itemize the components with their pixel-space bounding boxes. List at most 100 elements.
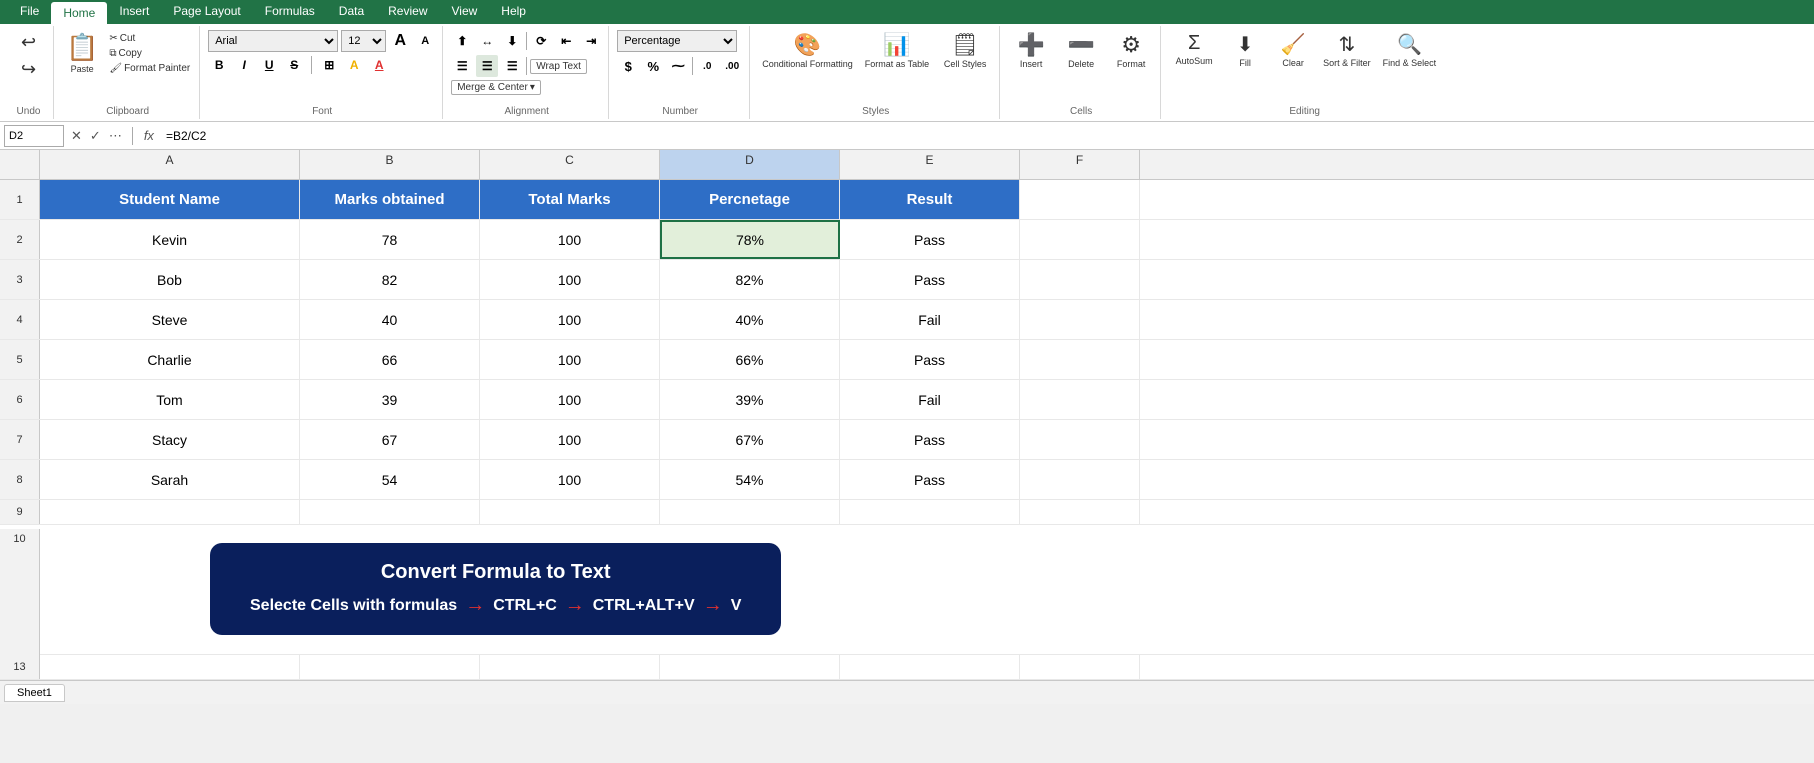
increase-font-button[interactable]: A xyxy=(389,30,411,52)
cell-1f[interactable] xyxy=(1020,180,1140,219)
align-center-button[interactable]: ☰ xyxy=(476,55,498,77)
indent-dec-button[interactable]: ⇤ xyxy=(555,30,577,52)
header-student-name[interactable]: Student Name xyxy=(40,180,300,219)
font-family-select[interactable]: ArialCalibriTimes New Roman xyxy=(208,30,338,52)
cell-7b[interactable]: 67 xyxy=(300,420,480,459)
align-bottom-button[interactable]: ⬇ xyxy=(501,30,523,52)
indent-inc-button[interactable]: ⇥ xyxy=(580,30,602,52)
fill-button[interactable]: ⬇ Fill xyxy=(1223,30,1267,70)
cell-13a[interactable] xyxy=(40,655,300,679)
delete-button[interactable]: ➖ Delete xyxy=(1058,30,1104,71)
cell-4e[interactable]: Fail xyxy=(840,300,1020,339)
cell-7a[interactable]: Stacy xyxy=(40,420,300,459)
cell-9c[interactable] xyxy=(480,500,660,524)
clear-button[interactable]: 🧹 Clear xyxy=(1271,30,1315,70)
copy-button[interactable]: ⧉ Copy xyxy=(106,47,193,60)
cell-2b[interactable]: 78 xyxy=(300,220,480,259)
tab-data[interactable]: Data xyxy=(327,0,376,24)
cell-5a[interactable]: Charlie xyxy=(40,340,300,379)
cell-9f[interactable] xyxy=(1020,500,1140,524)
orientation-button[interactable]: ⟳ xyxy=(530,30,552,52)
cell-6f[interactable] xyxy=(1020,380,1140,419)
cell-styles-button[interactable]: 🗒 Cell Styles xyxy=(937,30,993,71)
cell-reference-input[interactable] xyxy=(4,125,64,147)
tab-review[interactable]: Review xyxy=(376,0,439,24)
cell-2a[interactable]: Kevin xyxy=(40,220,300,259)
wrap-text-button[interactable]: Wrap Text xyxy=(530,59,587,74)
cell-6a[interactable]: Tom xyxy=(40,380,300,419)
cell-2e[interactable]: Pass xyxy=(840,220,1020,259)
font-size-select[interactable]: 81011121416 xyxy=(341,30,386,52)
fill-color-button[interactable]: A xyxy=(343,54,365,76)
cell-4f[interactable] xyxy=(1020,300,1140,339)
cell-4d[interactable]: 40% xyxy=(660,300,840,339)
cell-4a[interactable]: Steve xyxy=(40,300,300,339)
header-result[interactable]: Result xyxy=(840,180,1020,219)
italic-button[interactable]: I xyxy=(233,54,255,76)
tab-view[interactable]: View xyxy=(440,0,490,24)
decrease-font-button[interactable]: A xyxy=(414,30,436,52)
cell-3b[interactable]: 82 xyxy=(300,260,480,299)
cell-7f[interactable] xyxy=(1020,420,1140,459)
merge-center-button[interactable]: Merge & Center ▾ xyxy=(451,80,541,95)
tab-help[interactable]: Help xyxy=(489,0,538,24)
insert-button[interactable]: ➕ Insert xyxy=(1008,30,1054,71)
col-header-d[interactable]: D xyxy=(660,150,840,179)
tab-home[interactable]: Home xyxy=(51,2,107,24)
undo-button[interactable]: ↩ xyxy=(11,30,47,55)
cell-5c[interactable]: 100 xyxy=(480,340,660,379)
cell-9b[interactable] xyxy=(300,500,480,524)
cell-13b[interactable] xyxy=(300,655,480,679)
align-right-button[interactable]: ☰ xyxy=(501,55,523,77)
enter-formula-icon[interactable]: ✓ xyxy=(87,128,104,144)
cell-8c[interactable]: 100 xyxy=(480,460,660,499)
dec-decrease-button[interactable]: .0 xyxy=(696,55,718,77)
cell-3f[interactable] xyxy=(1020,260,1140,299)
cell-6b[interactable]: 39 xyxy=(300,380,480,419)
cell-2f[interactable] xyxy=(1020,220,1140,259)
cell-7d[interactable]: 67% xyxy=(660,420,840,459)
align-top-button[interactable]: ⬆ xyxy=(451,30,473,52)
cell-6c[interactable]: 100 xyxy=(480,380,660,419)
cell-5b[interactable]: 66 xyxy=(300,340,480,379)
cell-2d[interactable]: 78% xyxy=(660,220,840,259)
redo-button[interactable]: ↪ xyxy=(11,57,47,82)
paste-button[interactable]: 📋 Paste xyxy=(62,30,102,76)
cell-3a[interactable]: Bob xyxy=(40,260,300,299)
format-painter-button[interactable]: 🖌 Format Painter xyxy=(106,62,193,75)
col-header-c[interactable]: C xyxy=(480,150,660,179)
cell-13d[interactable] xyxy=(660,655,840,679)
strikethrough-button[interactable]: S xyxy=(283,54,305,76)
cell-8b[interactable]: 54 xyxy=(300,460,480,499)
cell-7e[interactable]: Pass xyxy=(840,420,1020,459)
cell-5f[interactable] xyxy=(1020,340,1140,379)
cell-6e[interactable]: Fail xyxy=(840,380,1020,419)
cell-5e[interactable]: Pass xyxy=(840,340,1020,379)
tab-formulas[interactable]: Formulas xyxy=(253,0,327,24)
cell-8a[interactable]: Sarah xyxy=(40,460,300,499)
autosum-button[interactable]: Σ AutoSum xyxy=(1169,30,1219,68)
tab-file[interactable]: File xyxy=(8,0,51,24)
cell-8e[interactable]: Pass xyxy=(840,460,1020,499)
dec-increase-button[interactable]: .00 xyxy=(721,55,743,77)
comma-button[interactable]: ⁓ xyxy=(667,55,689,77)
cancel-formula-icon[interactable]: ✕ xyxy=(68,128,85,144)
sheet1-tab[interactable]: Sheet1 xyxy=(4,684,65,702)
cell-3e[interactable]: Pass xyxy=(840,260,1020,299)
header-marks-obtained[interactable]: Marks obtained xyxy=(300,180,480,219)
cell-4b[interactable]: 40 xyxy=(300,300,480,339)
align-middle-button[interactable]: ↔ xyxy=(476,30,498,52)
format-button[interactable]: ⚙ Format xyxy=(1108,30,1154,71)
header-percentage[interactable]: Percnetage xyxy=(660,180,840,219)
cell-6d[interactable]: 39% xyxy=(660,380,840,419)
currency-button[interactable]: $ xyxy=(617,55,639,77)
format-as-table-button[interactable]: 📊 Format as Table xyxy=(861,30,933,71)
cell-3d[interactable]: 82% xyxy=(660,260,840,299)
font-color-button[interactable]: A xyxy=(368,54,390,76)
underline-button[interactable]: U xyxy=(258,54,280,76)
tab-page-layout[interactable]: Page Layout xyxy=(161,0,252,24)
bold-button[interactable]: B xyxy=(208,54,230,76)
conditional-formatting-button[interactable]: 🎨 Conditional Formatting xyxy=(758,30,857,71)
col-header-f[interactable]: F xyxy=(1020,150,1140,179)
tab-insert[interactable]: Insert xyxy=(107,0,161,24)
